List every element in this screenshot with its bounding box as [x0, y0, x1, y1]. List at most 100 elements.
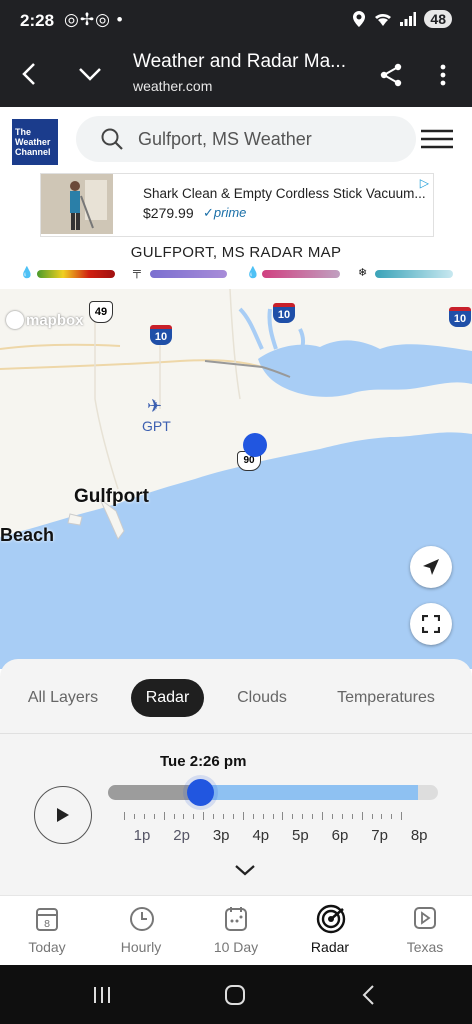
weather-channel-logo[interactable]: The Weather Channel — [12, 119, 58, 165]
mapbox-label: mapbox — [26, 311, 84, 329]
signal-icon — [400, 12, 417, 26]
timeline-tick — [183, 814, 185, 819]
hwy-49-shield: 49 — [89, 301, 113, 323]
timeline-tick — [193, 814, 195, 819]
timeline-tick — [252, 814, 254, 819]
status-time: 2:28 — [20, 11, 55, 30]
divider — [0, 733, 472, 734]
rain-legend-bar — [37, 270, 115, 278]
app-bar: Weather and Radar Ma... weather.com — [0, 44, 472, 107]
system-back-button[interactable] — [350, 979, 386, 1011]
fullscreen-icon — [422, 615, 440, 633]
ad-product-image — [41, 174, 113, 234]
share-button[interactable] — [372, 56, 410, 94]
airport-icon: ✈ — [147, 396, 163, 416]
minimize-button[interactable] — [72, 54, 108, 94]
system-navigation-bar — [0, 965, 472, 1024]
timeline-tick — [351, 814, 353, 819]
nav-hourly-label: Hourly — [120, 939, 162, 955]
timeline-hour-5p[interactable]: 5p — [285, 827, 315, 844]
ice-legend-bar — [262, 270, 340, 278]
more-vertical-icon — [440, 64, 446, 86]
radar-map[interactable]: mapbox 49 10 10 10 ✈ GPT 90 Gulfport Bea… — [0, 289, 472, 669]
calendar-day-icon: 8 — [36, 908, 58, 931]
snow-icon: ❄ — [358, 267, 368, 279]
page-title: Weather and Radar Ma... — [133, 51, 346, 72]
home-button[interactable] — [217, 979, 253, 1011]
city-label-gulfport: Gulfport — [74, 486, 149, 507]
mapbox-attribution[interactable]: mapbox — [6, 311, 84, 329]
tab-clouds[interactable]: Clouds — [227, 679, 297, 717]
navigation-arrow-icon — [423, 559, 439, 575]
tab-radar[interactable]: Radar — [131, 679, 204, 717]
share-icon — [380, 63, 402, 87]
timeline-hour-2p[interactable]: 2p — [167, 827, 197, 844]
collapse-sheet-button[interactable] — [232, 860, 258, 880]
timeline-hour-4p[interactable]: 4p — [246, 827, 276, 844]
map-canvas[interactable] — [0, 289, 472, 669]
mix-legend-bar — [150, 270, 227, 278]
timeline-tick — [203, 812, 205, 820]
timeline-tick — [242, 812, 244, 820]
radar-icon — [316, 904, 346, 934]
timeline-hour-6p[interactable]: 6p — [325, 827, 355, 844]
i10-shield-center: 10 — [273, 303, 295, 323]
timeline-tick — [312, 814, 314, 819]
tab-all-layers[interactable]: All Layers — [18, 679, 108, 717]
page-url: weather.com — [133, 78, 213, 94]
ice-icon: 💧 — [246, 267, 260, 279]
search-placeholder: Gulfport, MS Weather — [138, 129, 312, 149]
play-button[interactable] — [34, 786, 92, 844]
timeline-tick — [401, 812, 403, 820]
fullscreen-button[interactable] — [410, 603, 452, 645]
more-options-button[interactable] — [428, 56, 458, 94]
timeline-slider[interactable] — [108, 785, 438, 800]
current-location-marker[interactable] — [243, 433, 267, 457]
video-icon — [414, 907, 436, 929]
rain-icon: 💧 — [20, 267, 34, 279]
timeline-hour-7p[interactable]: 7p — [365, 827, 395, 844]
timeline-tick — [302, 814, 304, 819]
timeline-tick — [124, 812, 125, 820]
timeline-tick — [331, 814, 333, 819]
back-arrow-icon — [22, 63, 35, 85]
mapbox-logo-icon — [6, 311, 24, 329]
notification-icons: ◎✢◎ • — [64, 10, 124, 29]
timeline-tick — [232, 814, 234, 819]
nav-today-label: Today — [28, 939, 66, 955]
timeline-tick — [391, 814, 393, 819]
locate-me-button[interactable] — [410, 546, 452, 588]
advertisement[interactable]: Shark Clean & Empty Cordless Stick Vacuu… — [40, 173, 434, 237]
timeline-tick — [272, 814, 274, 819]
adchoices-icon[interactable]: ▷ — [420, 176, 429, 190]
tab-temperatures[interactable]: Temperatures — [328, 679, 444, 717]
svg-text:8: 8 — [44, 919, 50, 930]
search-input[interactable]: Gulfport, MS Weather — [76, 116, 416, 162]
chevron-down-icon — [79, 68, 101, 81]
location-icon — [353, 11, 366, 27]
radar-map-title: GULFPORT, MS RADAR MAP — [130, 244, 342, 261]
nav-texas-label: Texas — [406, 939, 444, 955]
back-button[interactable] — [12, 54, 46, 94]
wifi-icon — [375, 13, 392, 26]
timeline-tick — [361, 812, 363, 820]
timeline-tick — [381, 814, 383, 819]
recent-apps-button[interactable] — [84, 979, 120, 1011]
airport-label: GPT — [142, 418, 171, 434]
timeline-hour-1p[interactable]: 1p — [127, 827, 157, 844]
timeline-hour-3p[interactable]: 3p — [206, 827, 236, 844]
recent-apps-icon — [94, 987, 110, 1003]
menu-button[interactable] — [420, 124, 454, 154]
timeline-tick — [173, 814, 175, 819]
timeline-tick — [292, 814, 294, 819]
timeline-tick — [213, 814, 215, 819]
chevron-down-icon — [235, 865, 255, 876]
timeline-tick — [223, 814, 224, 819]
timeline-tick — [282, 812, 284, 820]
current-time-label: Tue 2:26 pm — [160, 753, 247, 770]
nav-10-day-label: 10 Day — [213, 939, 259, 955]
timeline-hour-8p[interactable]: 8p — [404, 827, 434, 844]
i10-shield-west: 10 — [150, 325, 172, 345]
nav-radar-label: Radar — [310, 939, 350, 955]
timeline-tick — [262, 814, 264, 819]
